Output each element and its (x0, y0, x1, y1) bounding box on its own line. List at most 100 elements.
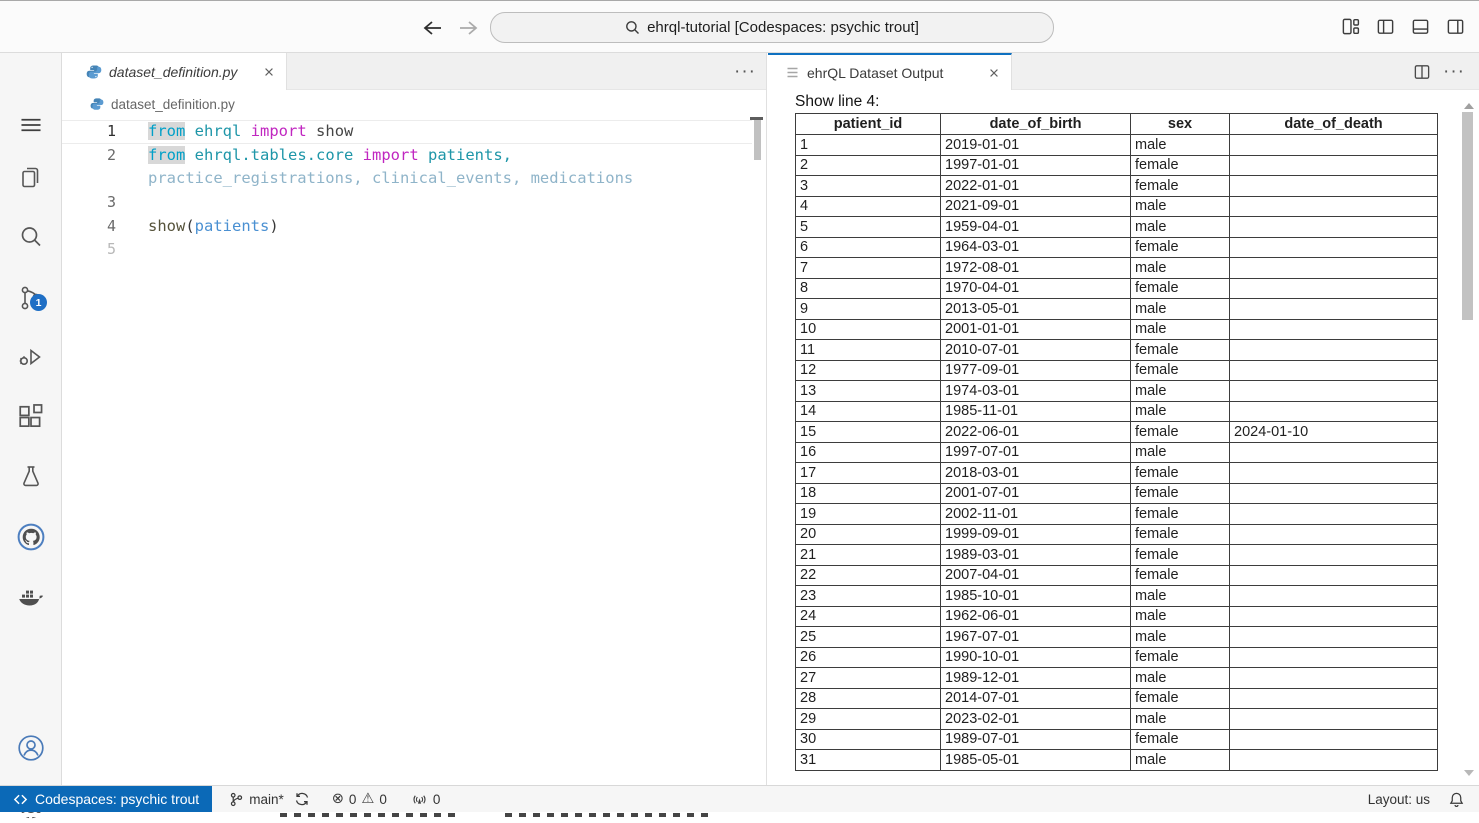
cell: male (1131, 319, 1230, 340)
cell: female (1131, 360, 1230, 381)
code-token: from (148, 146, 185, 164)
sync-button[interactable] (294, 791, 310, 807)
cell: 2022-06-01 (941, 422, 1131, 443)
scrollbar-down-arrow[interactable] (1464, 770, 1474, 776)
code-line[interactable]: 3 (62, 191, 752, 215)
cell: female (1131, 155, 1230, 176)
remote-icon (13, 792, 28, 807)
cell: male (1131, 668, 1230, 689)
customize-layout-button[interactable] (1341, 17, 1360, 36)
table-row: 311985-05-01male (796, 750, 1438, 771)
more-actions-button[interactable]: ··· (734, 62, 756, 81)
branch-status[interactable]: main* (229, 792, 284, 807)
run-and-debug-button[interactable] (16, 342, 46, 372)
table-row: 81970-04-01female (796, 278, 1438, 299)
search-view-button[interactable] (16, 222, 46, 252)
cell: 1985-10-01 (941, 586, 1131, 607)
customize-layout-icon (1341, 17, 1360, 36)
account-button[interactable] (16, 733, 46, 763)
bell-icon[interactable] (1448, 791, 1465, 808)
cell: male (1131, 217, 1230, 238)
close-tab-button[interactable] (261, 64, 277, 80)
code-line[interactable]: practice_registrations, clinical_events,… (62, 167, 752, 191)
cell (1230, 709, 1438, 730)
cell: 1999-09-01 (941, 524, 1131, 545)
cell (1230, 729, 1438, 750)
line-content: from ehrql.tables.core import patients, (116, 144, 512, 168)
toggle-secondary-sidebar-button[interactable] (1446, 17, 1465, 36)
cell: female (1131, 483, 1230, 504)
explorer-button[interactable] (16, 162, 46, 192)
cell: female (1131, 422, 1230, 443)
editor-tab-bar: dataset_definition.py ··· (62, 53, 766, 90)
toggle-panel-button[interactable] (1411, 17, 1430, 36)
cell: 20 (796, 524, 941, 545)
python-file-icon (90, 97, 104, 111)
table-row: 182001-07-01female (796, 483, 1438, 504)
clipped-page-content (0, 813, 1479, 817)
tab-ehrql-dataset-output[interactable]: ehrQL Dataset Output (768, 53, 1012, 90)
command-center-search[interactable]: ehrql-tutorial [Codespaces: psychic trou… (490, 12, 1054, 43)
editor-actions: ··· (734, 53, 756, 90)
cell: female (1131, 237, 1230, 258)
tab-label: ehrQL Dataset Output (807, 65, 943, 81)
code-line[interactable]: 5 (62, 238, 752, 262)
toggle-primary-sidebar-button[interactable] (1376, 17, 1395, 36)
cell: 10 (796, 319, 941, 340)
back-button[interactable] (421, 16, 445, 40)
cell: 1974-03-01 (941, 381, 1131, 402)
close-icon (263, 66, 275, 78)
cell: 18 (796, 483, 941, 504)
code-line[interactable]: 4show(patients) (62, 215, 752, 239)
cell (1230, 688, 1438, 709)
extensions-button[interactable] (16, 402, 46, 432)
code-line[interactable]: 1from ehrql import show (62, 120, 752, 144)
table-row: 301989-07-01female (796, 729, 1438, 750)
cell: 2021-09-01 (941, 196, 1131, 217)
cell: 16 (796, 442, 941, 463)
table-row: 241962-06-01male (796, 606, 1438, 627)
menu-button[interactable] (16, 110, 46, 140)
table-row: 261990-10-01female (796, 647, 1438, 668)
forward-button[interactable] (456, 16, 480, 40)
table-row: 172018-03-01female (796, 463, 1438, 484)
problems-status[interactable]: ⊗ 0 ⚠ 0 (332, 792, 387, 807)
table-row: 251967-07-01male (796, 627, 1438, 648)
keyboard-layout-status[interactable]: Layout: us (1368, 792, 1430, 807)
cell: 17 (796, 463, 941, 484)
code-token (419, 146, 428, 164)
run-and-debug-icon (17, 343, 45, 371)
cell: 2010-07-01 (941, 340, 1131, 361)
cell: 1997-07-01 (941, 442, 1131, 463)
cell: female (1131, 565, 1230, 586)
scrollbar-up-arrow[interactable] (1464, 103, 1474, 109)
cell: 1962-06-01 (941, 606, 1131, 627)
cell: 31 (796, 750, 941, 771)
cell: 1985-05-01 (941, 750, 1131, 771)
table-row: 21997-01-01female (796, 155, 1438, 176)
cell: female (1131, 729, 1230, 750)
close-tab-button[interactable] (986, 65, 1002, 81)
split-editor-button[interactable] (1413, 63, 1431, 81)
docker-button[interactable] (16, 582, 46, 612)
code-editor[interactable]: 1from ehrql import show2from ehrql.table… (62, 118, 752, 785)
tab-dataset-definition[interactable]: dataset_definition.py (62, 53, 287, 90)
code-line[interactable]: 2from ehrql.tables.core import patients, (62, 144, 752, 168)
github-button[interactable] (16, 522, 46, 552)
remote-indicator[interactable]: Codespaces: psychic trout (0, 786, 212, 812)
cell: 19 (796, 504, 941, 525)
cell: 2002-11-01 (941, 504, 1131, 525)
cell: 7 (796, 258, 941, 279)
cell (1230, 668, 1438, 689)
cell: 2019-01-01 (941, 135, 1131, 156)
clipped-text-fragment (505, 813, 710, 817)
editor-scrollbar[interactable] (754, 120, 761, 160)
testing-button[interactable] (16, 462, 46, 492)
more-actions-button[interactable]: ··· (1443, 62, 1465, 81)
breadcrumb[interactable]: dataset_definition.py (62, 90, 766, 118)
ports-status[interactable]: 0 (411, 792, 441, 807)
cell: 2022-01-01 (941, 176, 1131, 197)
webview-scrollbar[interactable] (1462, 112, 1473, 320)
cell: 2014-07-01 (941, 688, 1131, 709)
cell (1230, 483, 1438, 504)
